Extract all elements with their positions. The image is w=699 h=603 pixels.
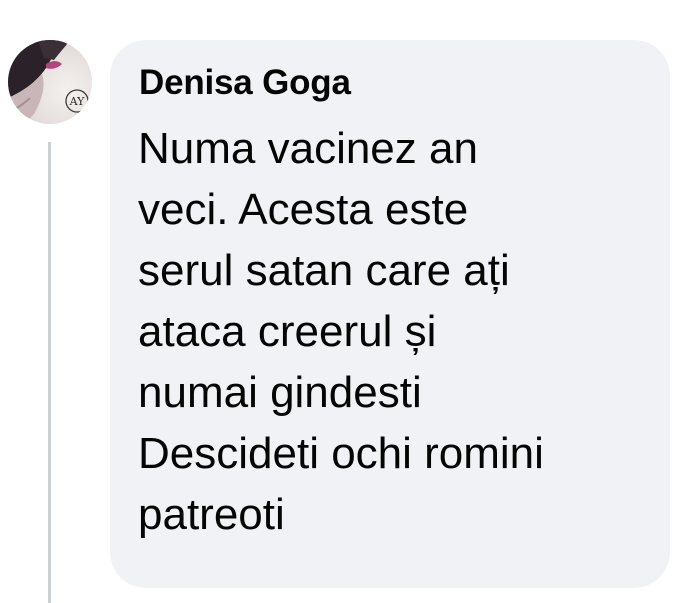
comment-text-line: Numa vacinez an [138, 124, 478, 173]
comment-text-line: Descideti ochi romini [138, 429, 544, 478]
comment-text-line: veci. Acesta este [138, 185, 469, 234]
comment-text-line: ataca creerul și [138, 307, 437, 356]
comment-author-name[interactable]: Denisa Goga [139, 63, 351, 103]
comment-text-line: numai gindesti [138, 368, 422, 417]
monogram-text: AY [69, 95, 85, 108]
comment-text-line: patreoti [138, 490, 285, 539]
comment-bubble: Denisa Goga Numa vacinez an veci. Acesta… [110, 40, 670, 588]
comment-text-line: serul satan care ați [138, 246, 510, 295]
avatar[interactable]: AY [8, 40, 92, 124]
comment-text: Numa vacinez an veci. Acesta este serul … [138, 118, 658, 545]
comment-screen: AY Denisa Goga Numa vacinez an veci. Ace… [0, 0, 699, 603]
profile-photo-icon: AY [8, 40, 89, 124]
reply-thread-line [48, 142, 51, 603]
